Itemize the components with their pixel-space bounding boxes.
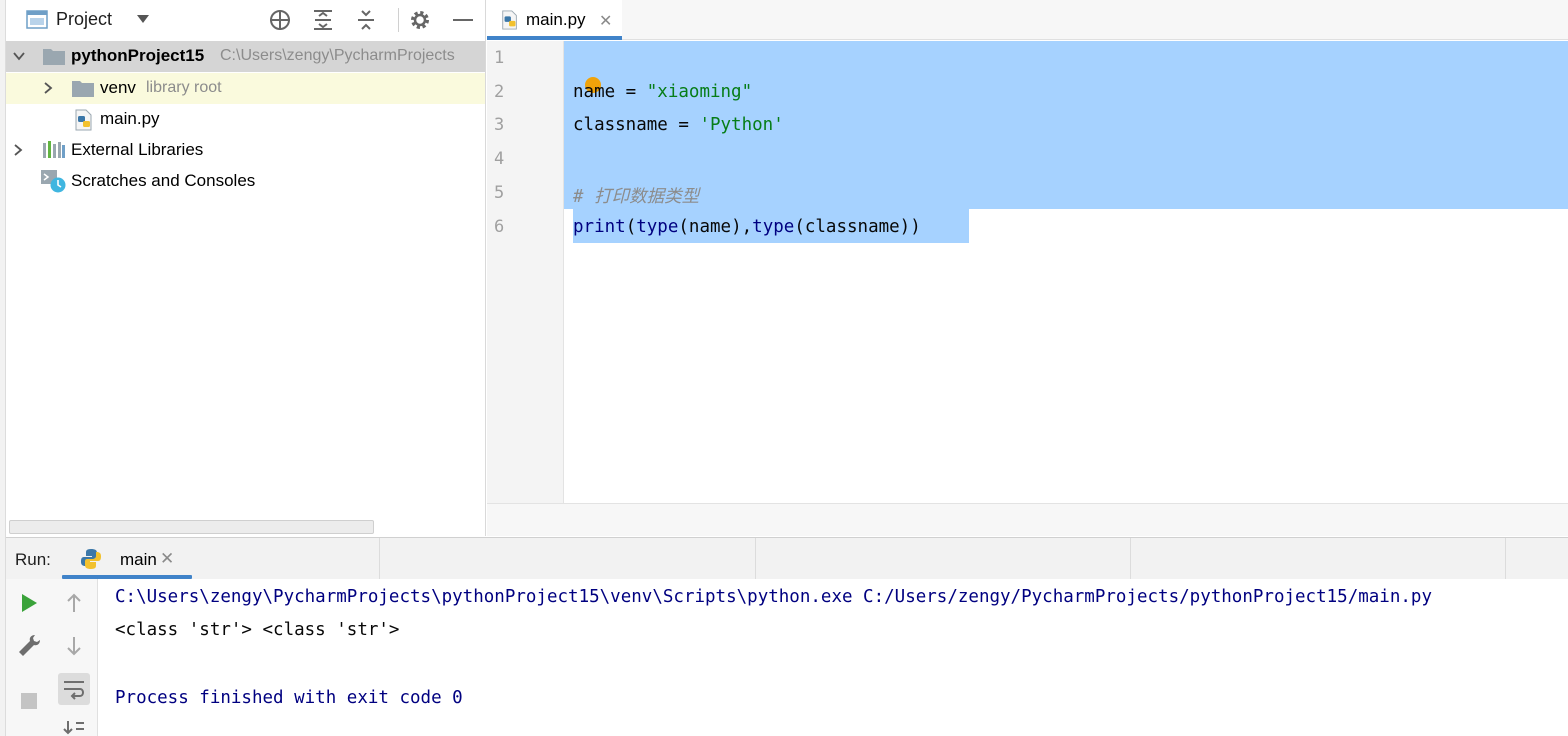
close-icon[interactable]: ✕	[160, 549, 174, 569]
code-editor[interactable]: name = "xiaoming" classname = 'Python' #…	[564, 41, 1568, 503]
code-token: (classname))	[794, 217, 921, 237]
code-token-builtin: print	[573, 217, 626, 237]
run-panel-header: Run: main ✕	[6, 537, 1568, 580]
console-output-line: <class 'str'> <class 'str'>	[115, 620, 400, 640]
code-token: (	[625, 217, 637, 237]
project-panel: Project pythonProject15 C:\Users\zengy\P…	[0, 0, 486, 536]
chevron-down-icon[interactable]	[12, 50, 26, 62]
tree-root-name: pythonProject15	[71, 46, 205, 65]
chevron-right-icon[interactable]	[12, 143, 24, 157]
tree-venv-name: venv	[100, 78, 136, 97]
python-icon	[81, 549, 101, 569]
dropdown-caret-icon[interactable]	[136, 13, 150, 25]
tree-item-main-py[interactable]: main.py	[6, 104, 485, 135]
tree-item-venv[interactable]: venv library root	[6, 73, 485, 104]
code-token-builtin: type	[752, 217, 795, 237]
line-number: 3	[494, 115, 505, 135]
project-panel-header: Project	[6, 0, 485, 40]
locate-icon[interactable]	[268, 8, 292, 32]
header-divider	[379, 538, 380, 580]
code-token-string: 'Python'	[699, 115, 784, 135]
wrench-icon[interactable]	[13, 630, 45, 662]
code-line-3: classname = 'Python'	[573, 115, 784, 135]
code-token-builtin: type	[636, 217, 679, 237]
tree-main-py-name: main.py	[100, 109, 160, 128]
hide-icon[interactable]	[451, 8, 475, 32]
editor-breadcrumb-bar	[487, 503, 1568, 536]
run-toolbar	[6, 579, 98, 736]
code-token: (name),	[678, 217, 753, 237]
tree-root-path: C:\Users\zengy\PycharmProjects	[220, 47, 455, 64]
tree-item-external-libraries[interactable]: External Libraries	[6, 135, 485, 166]
folder-icon	[72, 81, 94, 97]
close-icon[interactable]: ✕	[599, 11, 612, 31]
project-panel-title[interactable]: Project	[56, 9, 112, 30]
header-separator	[398, 8, 399, 32]
tree-item-root[interactable]: pythonProject15 C:\Users\zengy\PycharmPr…	[6, 41, 485, 72]
code-token: classname =	[573, 115, 700, 135]
line-number: 4	[494, 149, 505, 169]
console-command-line: C:\Users\zengy\PycharmProjects\pythonPro…	[115, 587, 1432, 607]
line-number: 6	[494, 217, 505, 237]
code-line-5: # 打印数据类型	[573, 187, 700, 207]
libraries-icon	[43, 141, 65, 158]
arrow-down-icon[interactable]	[58, 630, 90, 662]
scroll-to-end-icon[interactable]	[58, 713, 90, 736]
header-divider	[1130, 538, 1131, 580]
gear-icon[interactable]	[408, 8, 432, 32]
line-number-gutter: 1 2 3 4 5 6	[487, 41, 564, 503]
code-line-6: print(type(name),type(classname))	[573, 217, 921, 237]
horizontal-scrollbar[interactable]	[9, 520, 374, 534]
python-file-icon	[75, 109, 92, 131]
tree-venv-hint: library root	[146, 79, 222, 96]
left-tool-strip	[0, 0, 6, 736]
folder-icon	[43, 49, 65, 65]
collapse-all-icon[interactable]	[354, 8, 378, 32]
code-token-string: "xiaoming"	[646, 82, 753, 102]
editor-tab-bar: main.py ✕	[487, 0, 1568, 40]
run-icon[interactable]	[13, 587, 45, 619]
tab-main-py[interactable]: main.py ✕	[487, 0, 622, 40]
tree-scratches-label: Scratches and Consoles	[71, 171, 256, 190]
code-token: name =	[573, 82, 647, 102]
line-number: 1	[494, 48, 505, 68]
tree-item-scratches[interactable]: Scratches and Consoles	[6, 166, 485, 197]
run-console-output[interactable]: C:\Users\zengy\PycharmProjects\pythonPro…	[99, 579, 1568, 736]
python-file-icon	[502, 10, 517, 30]
scratches-icon	[41, 170, 66, 193]
expand-all-icon[interactable]	[311, 8, 335, 32]
chevron-right-icon[interactable]	[42, 81, 54, 95]
arrow-up-icon[interactable]	[58, 587, 90, 619]
tab-main-py-label: main.py	[526, 10, 586, 29]
console-exit-line: Process finished with exit code 0	[115, 688, 463, 708]
header-divider	[1505, 538, 1506, 580]
line-number: 2	[494, 82, 505, 102]
run-tab-label: main	[120, 550, 157, 569]
code-line-2: name = "xiaoming"	[573, 82, 752, 102]
stop-icon[interactable]	[13, 685, 45, 717]
tree-external-libraries-label: External Libraries	[71, 140, 204, 159]
run-tab-main[interactable]: main ✕	[62, 538, 192, 580]
header-divider	[755, 538, 756, 580]
run-panel-label: Run:	[15, 550, 51, 569]
line-number: 5	[494, 183, 505, 203]
soft-wrap-icon[interactable]	[58, 673, 90, 705]
project-view-icon	[26, 10, 48, 29]
